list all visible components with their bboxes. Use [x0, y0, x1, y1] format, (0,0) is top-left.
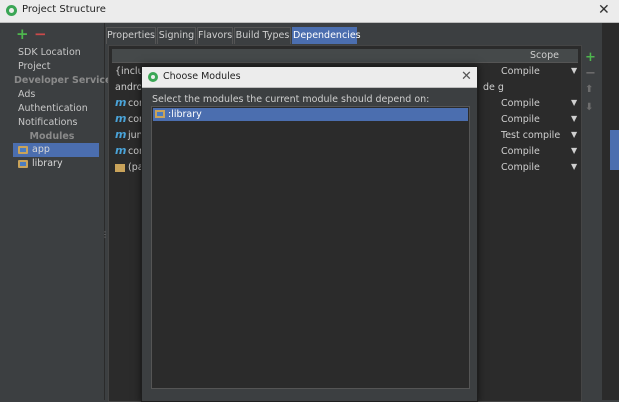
move-up-icon[interactable]: ⬆ — [585, 84, 593, 95]
sidebar-item-ads[interactable]: Ads — [18, 89, 35, 100]
tab-build-types[interactable]: Build Types — [234, 27, 291, 44]
scope-dropdown-icon[interactable]: ▼ — [571, 66, 577, 75]
dependency-toolbar: + − ⬆ ⬇ — [582, 50, 600, 130]
tab-flavors[interactable]: Flavors — [197, 27, 233, 44]
modules-list: :library — [151, 106, 470, 389]
sidebar-item-project[interactable]: Project — [18, 61, 51, 72]
tab-dependencies[interactable]: Dependencies — [292, 27, 361, 44]
scope-dropdown-icon[interactable]: ▼ — [571, 146, 577, 155]
remove-dependency-button[interactable]: − — [585, 66, 596, 81]
scope-value[interactable]: Compile — [501, 98, 540, 109]
sidebar-item-notifications[interactable]: Notifications — [18, 117, 77, 128]
list-item-label: :library — [168, 109, 202, 120]
sidebar-item-authentication[interactable]: Authentication — [18, 103, 88, 114]
sidebar: + − SDK Location Project Developer Servi… — [0, 23, 117, 400]
maven-library-icon: m — [115, 128, 127, 141]
maven-library-icon: m — [115, 144, 127, 157]
choose-modules-dialog: Choose Modules ✕ Select the modules the … — [141, 66, 478, 402]
scope-value[interactable]: Compile — [501, 162, 540, 173]
maven-library-icon: m — [115, 96, 127, 109]
close-window-icon[interactable]: ✕ — [598, 2, 610, 18]
module-label: app — [32, 144, 50, 155]
scope-value[interactable]: Compile — [501, 66, 540, 77]
selection-accent — [610, 130, 619, 170]
scope-column-header[interactable]: Scope — [530, 50, 559, 61]
tab-properties[interactable]: Properties — [106, 27, 156, 44]
scope-dropdown-icon[interactable]: ▼ — [571, 162, 577, 171]
window-title: Project Structure — [22, 4, 106, 15]
file-folder-icon — [115, 164, 125, 172]
scope-value[interactable]: Test compile — [501, 130, 560, 141]
scope-dropdown-icon[interactable]: ▼ — [571, 98, 577, 107]
developer-services-header: Developer Services — [14, 75, 118, 86]
scope-dropdown-icon[interactable]: ▼ — [571, 130, 577, 139]
scope-value[interactable]: Compile — [501, 114, 540, 125]
tab-signing[interactable]: Signing — [157, 27, 196, 44]
add-module-button[interactable]: + — [16, 25, 29, 43]
title-bar: Project Structure ✕ — [0, 0, 619, 23]
list-item-library[interactable]: :library — [153, 108, 468, 121]
module-folder-icon — [18, 160, 28, 168]
move-down-icon[interactable]: ⬇ — [585, 102, 593, 113]
scope-dropdown-icon[interactable]: ▼ — [571, 114, 577, 123]
remove-module-button[interactable]: − — [34, 25, 47, 43]
modules-header: Modules — [29, 131, 75, 142]
sidebar-module-library[interactable]: library — [13, 157, 99, 171]
table-header: Scope — [112, 49, 578, 63]
sidebar-item-sdk-location[interactable]: SDK Location — [18, 47, 81, 58]
dialog-title: Choose Modules — [163, 71, 241, 82]
sidebar-module-app[interactable]: app — [13, 143, 99, 157]
module-label: library — [32, 158, 63, 169]
android-studio-logo-icon — [6, 5, 17, 16]
dependency-name-suffix: de g — [483, 82, 504, 93]
add-dependency-button[interactable]: + — [585, 50, 596, 65]
scope-value[interactable]: Compile — [501, 146, 540, 157]
maven-library-icon: m — [115, 112, 127, 125]
dialog-prompt: Select the modules the current module sh… — [152, 94, 430, 105]
module-folder-icon — [155, 110, 165, 118]
dialog-close-icon[interactable]: ✕ — [461, 69, 472, 84]
android-studio-logo-icon — [148, 72, 158, 82]
dialog-title-bar: Choose Modules ✕ — [142, 67, 477, 88]
right-edge-panel — [602, 23, 619, 400]
module-folder-icon — [18, 146, 28, 154]
